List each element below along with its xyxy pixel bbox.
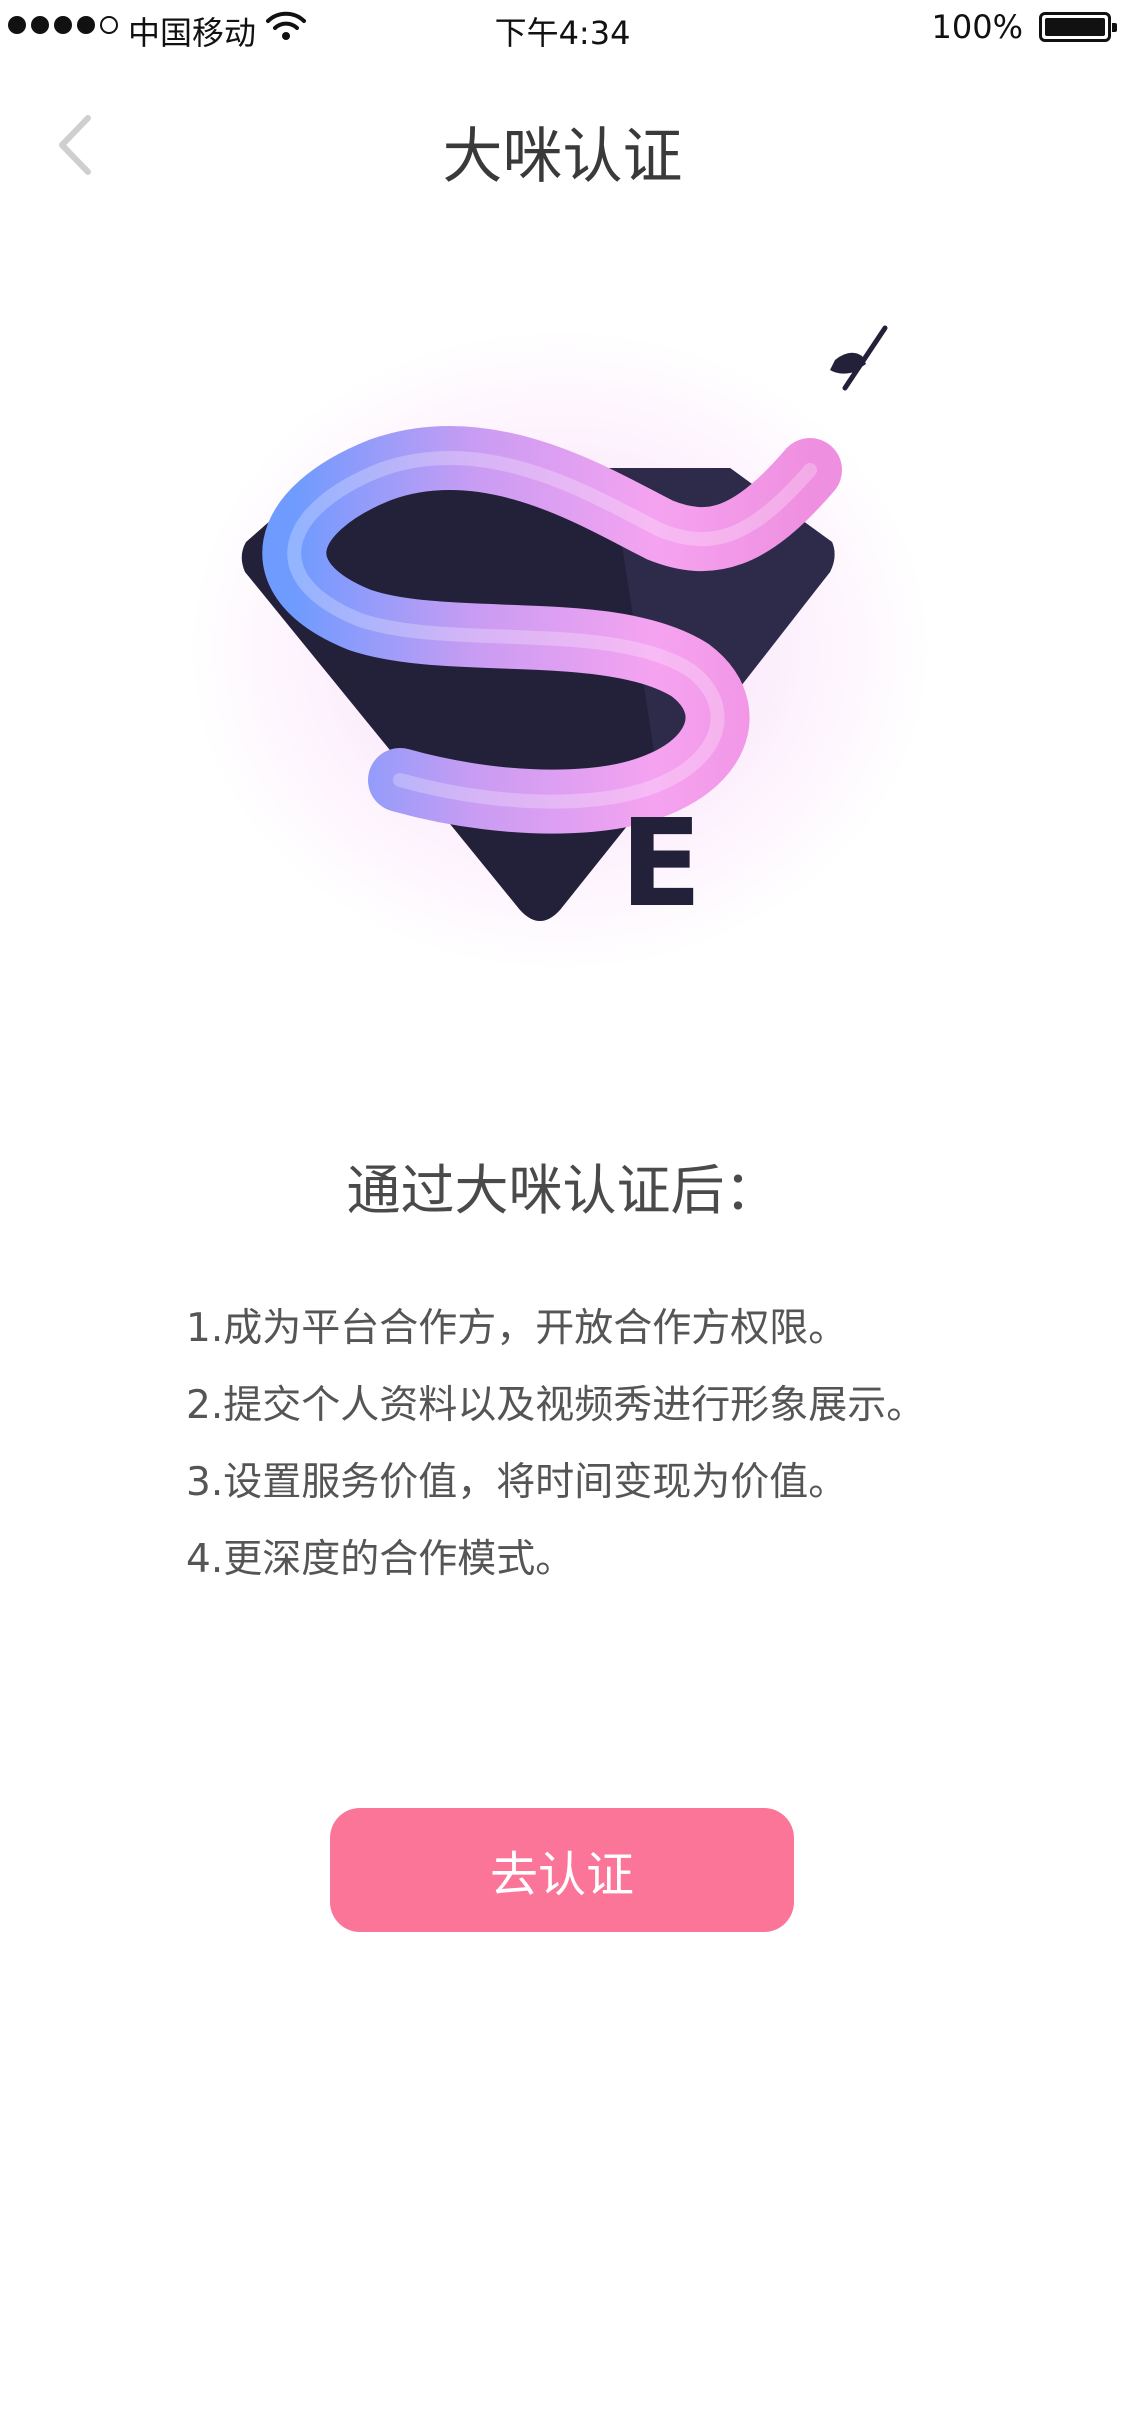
list-item: 1.成为平台合作方，开放合作方权限。 <box>186 1306 848 1351</box>
certify-button[interactable]: 去认证 <box>330 1808 794 1932</box>
page-title: 大咪认证 <box>442 122 683 192</box>
benefits-title: 通过大咪认证后： <box>346 1159 779 1222</box>
nav-bar: 大咪认证 <box>0 90 1125 200</box>
list-item: 3.设置服务价值，将时间变现为价值。 <box>186 1460 848 1505</box>
list-item: 4.更深度的合作模式。 <box>186 1537 575 1582</box>
battery-percent: 100% <box>931 8 1023 46</box>
logo-letter-e: E <box>620 795 702 934</box>
benefits-list: 1.成为平台合作方，开放合作方权限。 2.提交个人资料以及视频秀进行形象展示。 … <box>186 1290 925 1598</box>
superhero-s-logo-icon: E <box>190 325 930 970</box>
list-item: 2.提交个人资料以及视频秀进行形象展示。 <box>186 1383 926 1428</box>
battery-icon <box>1039 12 1117 42</box>
status-bar: 中国移动 下午4:34 100% <box>0 0 1125 56</box>
